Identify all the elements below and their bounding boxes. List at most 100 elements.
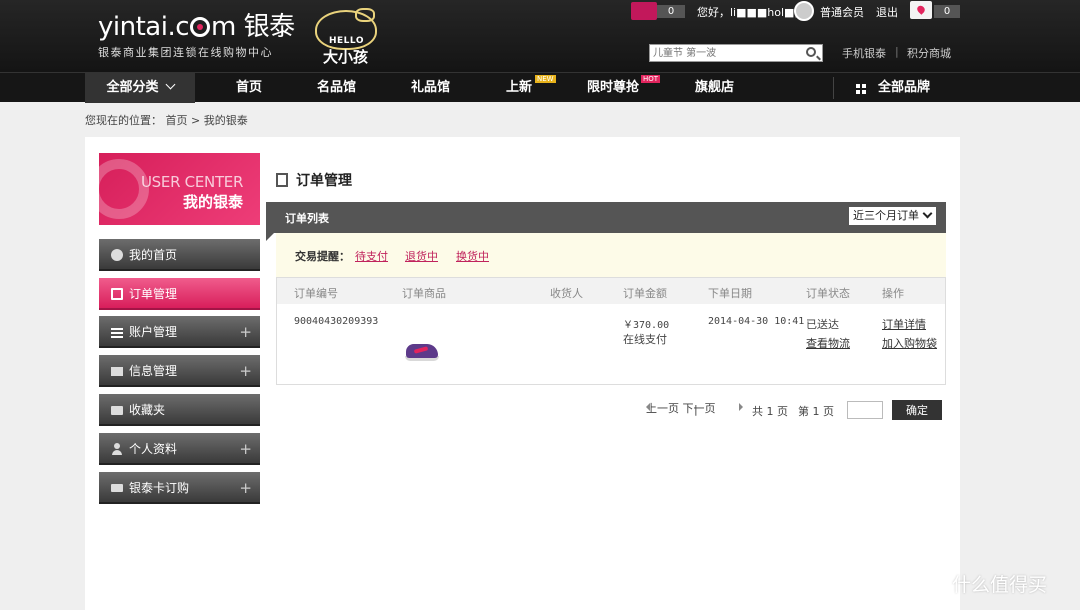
product-thumbnail-shoe-icon[interactable] [404,340,440,366]
table-header: 订单编号 订单商品 收货人 订单金额 下单日期 订单状态 操作 [277,278,945,304]
page-title: 订单管理 [276,170,352,190]
expand-plus-icon[interactable]: + [239,433,252,465]
nav-home[interactable]: 首页 [236,73,262,103]
sidebar-item-orders[interactable]: 订单管理 [99,278,260,310]
sidebar-item-card-order[interactable]: 银泰卡订购 + [99,472,260,504]
order-period-select[interactable]: 近三个月订单 [849,207,936,225]
nav-new-arrivals[interactable]: 上新 NEW [506,73,556,103]
reminder-exchanging[interactable]: 换货中 [456,248,489,264]
shopping-bag-button[interactable]: 0 [631,2,685,20]
sidebar-item-home[interactable]: 我的首页 [99,239,260,271]
points-mall-link[interactable]: 积分商城 [907,45,951,61]
logo-text: yintai.c [98,12,190,42]
nav-all-label: 全部分类 [106,80,159,95]
view-logistics-link[interactable]: 查看物流 [806,335,850,351]
mobile-yintai-link[interactable]: 手机银泰 [842,45,886,61]
nav-new-label: 上新 [506,80,533,95]
breadcrumb-sep: > [191,114,201,127]
sidebar-item-label: 账户管理 [129,325,178,339]
shopping-bag-icon [631,2,657,20]
reminder-label: 交易提醒： [295,250,350,263]
member-badge-icon [794,1,814,21]
order-detail-link[interactable]: 订单详情 [882,316,926,332]
chevron-down-icon [165,79,175,90]
message-count: 0 [934,5,960,18]
order-amount: ￥370.00 [623,320,670,331]
sidebar-item-messages[interactable]: 信息管理 + [99,355,260,387]
kitty-bow-icon [355,8,375,22]
trade-reminder-bar: 交易提醒： 待支付 退货中 换货中 [276,233,946,277]
order-period-value: 近三个月订单 [853,209,919,222]
confirm-page-button[interactable]: 确定 [892,400,942,420]
user-center-banner: USER CENTER 我的银泰 [99,153,260,225]
column-header: 收货人 [550,287,583,300]
sidebar-item-account[interactable]: 账户管理 + [99,316,260,348]
payment-method: 在线支付 [623,333,667,346]
messages-button[interactable]: 0 [910,1,960,21]
current-page: 第 1 页 [798,405,834,418]
nav-all-categories[interactable]: 全部分类 [85,73,195,103]
sidebar-item-profile[interactable]: 个人资料 + [99,433,260,465]
sidebar-item-label: 银泰卡订购 [129,481,190,495]
logo-text-suffix: m 银泰 [211,12,295,42]
breadcrumb-current[interactable]: 我的银泰 [204,114,248,127]
column-header: 订单商品 [402,287,446,300]
sidebar-item-label: 收藏夹 [129,403,166,417]
prev-page-button[interactable]: 上一页 [646,402,679,415]
chevron-down-icon [922,208,933,219]
column-header: 操作 [882,287,904,300]
search-icon[interactable] [806,47,816,57]
nav-all-brands[interactable]: 全部品牌 [856,73,931,103]
nav-flash-label: 限时尊抢 [587,80,640,95]
search-input[interactable] [650,45,800,62]
order-date: 2014-04-30 10:41 [708,316,805,327]
banner-english: USER CENTER [141,173,244,191]
order-number: 90040430209393 [294,316,379,327]
breadcrumb: 您现在的位置： 首页 > 我的银泰 [85,112,248,128]
add-to-bag-link[interactable]: 加入购物袋 [882,335,937,351]
document-icon [276,173,288,187]
breadcrumb-home[interactable]: 首页 [166,114,188,127]
nav-all-brands-label: 全部品牌 [878,80,931,95]
next-page-button[interactable]: 下一页 [683,402,716,415]
pager-divider: | [694,403,698,416]
nav-famous-brands[interactable]: 名品馆 [317,73,356,103]
total-pages: 共 1 页 [752,405,788,418]
search-box [649,44,823,62]
logout-link[interactable]: 退出 [876,4,898,20]
sidebar-item-label: 我的首页 [129,248,178,262]
top-link-divider: | [895,45,899,58]
hello-kitty-promo[interactable]: HELLO 大小孩 [309,8,389,66]
sidebar-item-label: 个人资料 [129,442,178,456]
top-header: yintai.c m 银泰 银泰商业集团连锁在线购物中心 HELLO 大小孩 0 … [0,0,1080,72]
next-arrow-icon [739,403,743,411]
page-title-text: 订单管理 [296,173,352,189]
column-header: 订单金额 [623,287,667,300]
logo-subtitle: 银泰商业集团连锁在线购物中心 [98,46,273,59]
nav-flagship[interactable]: 旗舰店 [695,73,734,103]
breadcrumb-prefix: 您现在的位置： [85,114,162,127]
kitty-hello-text: HELLO [329,36,364,46]
order-table: 订单编号 订单商品 收货人 订单金额 下单日期 订单状态 操作 90040430… [276,277,946,385]
nav-gifts[interactable]: 礼品馆 [411,73,450,103]
header-notch [266,233,274,241]
mail-icon [111,367,123,376]
column-header: 订单编号 [294,287,338,300]
folder-icon [111,406,123,415]
hot-badge: HOT [641,75,661,83]
page-number-input[interactable] [847,401,883,419]
reminder-pending-payment[interactable]: 待支付 [355,248,388,264]
yintai-logo[interactable]: yintai.c m 银泰 银泰商业集团连锁在线购物中心 [98,12,295,60]
card-icon [111,484,123,492]
sidebar-item-favorites[interactable]: 收藏夹 [99,394,260,426]
expand-plus-icon[interactable]: + [239,472,252,504]
new-badge: NEW [535,75,556,83]
prev-arrow-icon [646,403,650,411]
nav-flash-sale[interactable]: 限时尊抢 HOT [587,73,661,103]
member-level-link[interactable]: 普通会员 [820,4,864,20]
order-list-header: 订单列表 近三个月订单 [266,202,946,241]
order-list-label: 订单列表 [285,212,329,225]
expand-plus-icon[interactable]: + [239,316,252,348]
reminder-returning[interactable]: 退货中 [405,248,438,264]
expand-plus-icon[interactable]: + [239,355,252,387]
